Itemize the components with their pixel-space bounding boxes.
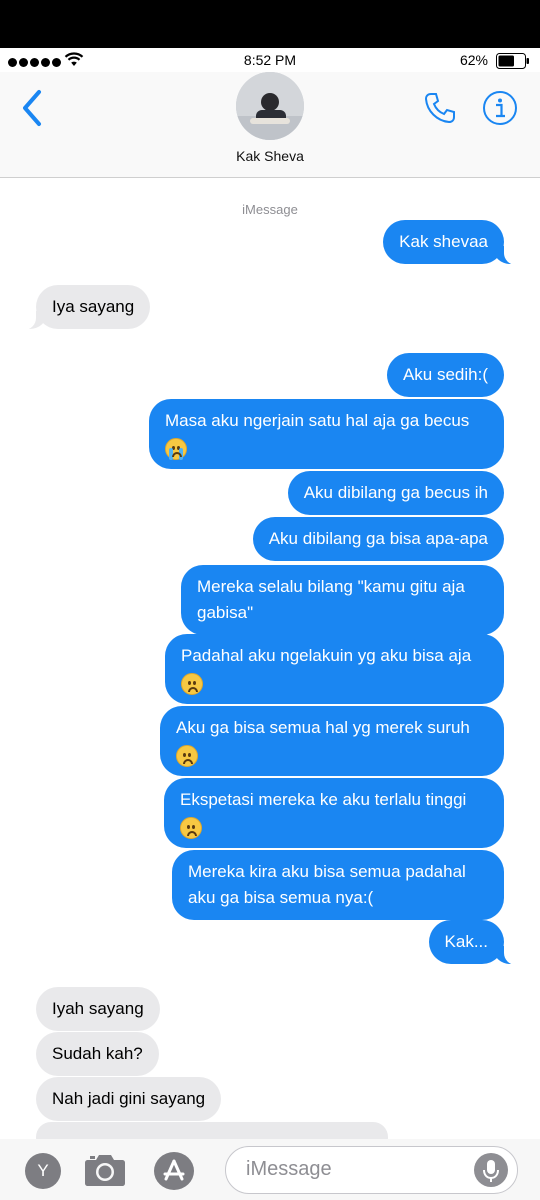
partial-incoming-message[interactable]	[36, 1122, 388, 1139]
outgoing-message[interactable]: Mereka selalu bilang "kamu gitu aja gabi…	[181, 565, 504, 635]
battery-icon	[496, 53, 529, 69]
status-bar: 8:52 PM 62%	[0, 48, 540, 72]
camera-icon[interactable]	[84, 1151, 126, 1187]
message-input[interactable]: iMessage	[225, 1146, 518, 1194]
outgoing-message[interactable]: Kak shevaa	[383, 220, 518, 265]
apps-y-icon[interactable]: Y	[25, 1153, 61, 1189]
service-label: iMessage	[242, 202, 298, 217]
battery-percent: 62%	[459, 52, 488, 68]
message-text: Iya sayang	[52, 297, 135, 316]
outgoing-message[interactable]: Aku ga bisa semua hal yg merek suruh	[160, 706, 504, 776]
incoming-message[interactable]: Nah jadi gini sayang	[36, 1077, 222, 1121]
message-text: Aku ga bisa semua hal yg merek suruh	[176, 718, 470, 737]
outgoing-message[interactable]: Ekspetasi mereka ke aku terlalu tinggi	[164, 778, 504, 848]
outgoing-message[interactable]: Mereka kira aku bisa semua padahal aku g…	[172, 850, 504, 920]
message-text: Aku dibilang ga bisa apa-apa	[268, 529, 488, 548]
frowning-face-icon	[180, 816, 202, 839]
info-icon[interactable]	[482, 90, 518, 126]
message-text: Kak...	[444, 932, 488, 951]
message-text: Kak shevaa	[399, 232, 488, 251]
loudly-crying-face-icon	[165, 437, 187, 460]
message-text: Aku sedih:(	[402, 365, 488, 384]
message-text: Iyah sayang	[52, 999, 144, 1018]
message-text: Sudah kah?	[52, 1044, 143, 1063]
outgoing-message[interactable]: Padahal aku ngelakuin yg aku bisa aja	[165, 634, 504, 704]
message-text: Masa aku ngerjain satu hal aja ga becus	[165, 411, 470, 430]
outgoing-message[interactable]: Aku sedih:(	[386, 353, 504, 397]
message-text: Nah jadi gini sayang	[52, 1089, 206, 1108]
disappointed-face-icon	[176, 744, 198, 767]
incoming-message[interactable]: Iya sayang	[21, 285, 151, 330]
avatar-photo	[236, 72, 304, 140]
frowning-face-icon	[181, 672, 203, 695]
avatar[interactable]	[236, 72, 304, 140]
microphone-glyph	[483, 1160, 499, 1182]
message-input-bar: Y iMessage	[0, 1139, 540, 1200]
incoming-message[interactable]: Iyah sayang	[36, 987, 160, 1031]
outgoing-message[interactable]: Masa aku ngerjain satu hal aja ga becus	[149, 399, 504, 469]
message-thread[interactable]: iMessage Kak shevaa Iya sayang Aku sedih…	[0, 179, 540, 1139]
outgoing-message[interactable]: Aku dibilang ga becus ih	[287, 471, 504, 515]
top-black-band	[0, 0, 540, 48]
message-text: Ekspetasi mereka ke aku terlalu tinggi	[180, 790, 467, 809]
message-text: Mereka kira aku bisa semua padahal aku g…	[188, 862, 466, 907]
back-chevron-icon[interactable]	[20, 88, 44, 128]
conversation-header: Kak Sheva	[0, 72, 540, 178]
message-placeholder: iMessage	[246, 1158, 332, 1180]
message-text: Padahal aku ngelakuin yg aku bisa aja	[181, 646, 472, 665]
outgoing-message[interactable]: Aku dibilang ga bisa apa-apa	[252, 517, 504, 561]
outgoing-message[interactable]: Kak...	[428, 920, 519, 965]
app-store-glyph	[163, 1159, 185, 1181]
message-text: Aku dibilang ga becus ih	[303, 483, 488, 502]
incoming-message[interactable]: Sudah kah?	[36, 1032, 159, 1076]
app-store-icon[interactable]	[154, 1152, 194, 1190]
microphone-icon[interactable]	[474, 1153, 508, 1187]
message-text: Mereka selalu bilang "kamu gitu aja gabi…	[197, 577, 465, 622]
phone-icon[interactable]	[422, 90, 458, 126]
contact-name[interactable]: Kak Sheva	[0, 148, 540, 164]
